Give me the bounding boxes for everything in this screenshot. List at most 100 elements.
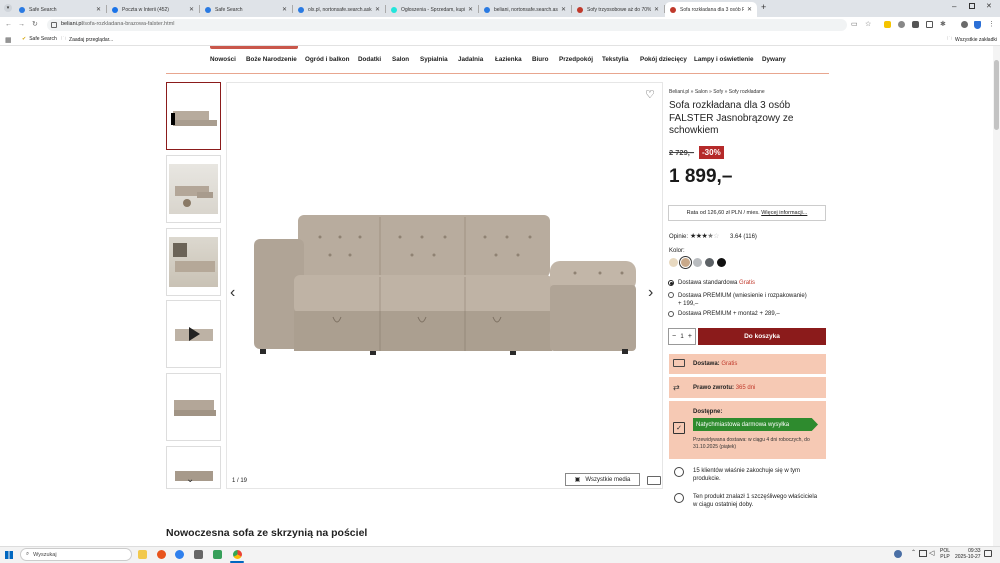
bookmark-import[interactable]: 🗀 Zaadaj przeglądar... xyxy=(61,36,113,44)
notification-badge-icon[interactable] xyxy=(894,550,902,558)
color-swatch[interactable] xyxy=(681,258,690,267)
network-icon[interactable] xyxy=(919,550,927,557)
3d-view-icon[interactable] xyxy=(647,476,661,485)
tab-close-icon[interactable]: ✕ xyxy=(189,6,194,13)
delivery-standard-radio[interactable] xyxy=(668,280,674,286)
close-window-button[interactable]: ✕ xyxy=(986,2,992,10)
color-swatch[interactable] xyxy=(705,258,714,267)
tab-close-icon[interactable]: ✕ xyxy=(375,6,380,13)
cast-icon[interactable]: ▭ xyxy=(851,19,858,31)
tab-close-icon[interactable]: ✕ xyxy=(96,6,101,13)
app-blue-icon[interactable] xyxy=(175,550,184,559)
firefox-icon[interactable] xyxy=(157,550,166,559)
tab-close-icon[interactable]: ✕ xyxy=(747,6,752,13)
nav-category-link[interactable]: Dywany xyxy=(762,56,786,63)
language-indicator[interactable]: POL PLP xyxy=(940,548,950,560)
nav-category-link[interactable]: Boże Narodzenie xyxy=(246,56,297,63)
gallery-thumbnail-1[interactable] xyxy=(166,82,221,150)
taskbar-search-box[interactable]: ⌕ Wyszukaj xyxy=(20,548,132,561)
rating-text[interactable]: 3.64 (116) xyxy=(730,234,757,240)
nav-category-link[interactable]: Biuro xyxy=(532,56,548,63)
gallery-thumbnail-video[interactable] xyxy=(166,300,221,368)
gallery-prev-arrow-icon[interactable]: ‹ xyxy=(230,284,235,302)
app-green-icon[interactable] xyxy=(213,550,222,559)
decrease-quantity-icon[interactable]: − xyxy=(672,333,676,340)
nav-category-link[interactable]: Sypialnia xyxy=(420,56,448,63)
gallery-thumbnail-5[interactable] xyxy=(166,373,221,441)
delivery-premium-assembly-label[interactable]: Dostawa PREMIUM + montaż + 289,– xyxy=(678,311,780,317)
delivery-premium-radio[interactable] xyxy=(668,292,674,298)
color-swatch[interactable] xyxy=(693,258,702,267)
browser-tab[interactable]: Poczta w Interii (452) ✕ xyxy=(107,2,199,17)
quantity-value[interactable]: 1 xyxy=(680,334,683,340)
clock[interactable]: 09:33 2025-10-27 xyxy=(955,548,981,560)
browser-tab[interactable]: Sofy trzyosobowe aż do 70% ta ✕ xyxy=(572,2,664,17)
reload-icon[interactable]: ↻ xyxy=(32,19,38,31)
gallery-thumbnail-2[interactable] xyxy=(166,155,221,223)
tab-close-icon[interactable]: ✕ xyxy=(282,6,287,13)
nav-category-link[interactable]: Przedpokój xyxy=(559,56,593,63)
site-info-icon[interactable] xyxy=(51,22,57,28)
forward-icon[interactable]: → xyxy=(18,19,25,31)
increase-quantity-icon[interactable]: + xyxy=(688,333,692,340)
nav-category-link[interactable]: Pokój dziecięcy xyxy=(640,56,687,63)
color-swatch[interactable] xyxy=(717,258,726,267)
tab-list-menu-icon[interactable]: ▾ xyxy=(4,4,12,12)
thumbnails-scroll-down-icon[interactable]: ⌄ xyxy=(186,474,194,485)
tab-close-icon[interactable]: ✕ xyxy=(654,6,659,13)
gallery-thumbnail-3[interactable] xyxy=(166,228,221,296)
nav-category-link[interactable]: Jadalnia xyxy=(458,56,483,63)
main-product-image[interactable] xyxy=(250,205,640,360)
wishlist-heart-icon[interactable]: ♡ xyxy=(645,88,655,101)
nav-category-link[interactable]: Tekstylia xyxy=(602,56,629,63)
browser-tab[interactable]: Ogłoszenia - Sprzedam, kupię ✕ xyxy=(386,2,478,17)
nav-category-link[interactable]: Dodatki xyxy=(358,56,381,63)
extension-badge-icon[interactable] xyxy=(912,21,919,28)
new-tab-button[interactable]: + xyxy=(761,2,766,12)
maximize-button[interactable] xyxy=(969,3,975,9)
browser-tab[interactable]: Safe Search ✕ xyxy=(200,2,292,17)
extensions-puzzle-icon[interactable]: ✱ xyxy=(940,19,946,31)
nav-category-link[interactable]: Łazienka xyxy=(495,56,522,63)
extension-icon[interactable] xyxy=(926,21,933,28)
extension-gear-icon[interactable] xyxy=(898,21,905,28)
delivery-premium-assembly-radio[interactable] xyxy=(668,311,674,317)
scrollbar-thumb[interactable] xyxy=(994,60,999,130)
back-icon[interactable]: ← xyxy=(5,19,12,31)
tab-close-icon[interactable]: ✕ xyxy=(468,6,473,13)
add-to-cart-button[interactable]: Do koszyka xyxy=(698,328,826,345)
color-swatch[interactable] xyxy=(669,258,678,267)
extension-norton-icon[interactable] xyxy=(884,21,891,28)
bookmark-star-icon[interactable]: ☆ xyxy=(865,19,871,31)
installment-more-link[interactable]: Więcej informacji... xyxy=(761,210,807,216)
bookmark-safe-search[interactable]: ✔ Safe Search xyxy=(22,36,57,42)
chrome-icon[interactable] xyxy=(233,550,242,559)
browser-menu-icon[interactable]: ⋮ xyxy=(988,19,995,31)
all-media-button[interactable]: ▣ Wszystkie media xyxy=(565,473,640,486)
apps-grid-icon[interactable]: ▦ xyxy=(5,36,12,44)
profile-avatar[interactable] xyxy=(961,21,968,28)
browser-tab[interactable]: beliani, nortonsafe.search.ask.c ✕ xyxy=(479,2,571,17)
app-grey-icon[interactable] xyxy=(194,550,203,559)
all-bookmarks[interactable]: 🗀 Wszystkie zakładki xyxy=(947,36,997,44)
tray-chevron-icon[interactable]: ⌃ xyxy=(911,549,916,556)
browser-tab[interactable]: Safe Search ✕ xyxy=(14,2,106,17)
gallery-next-arrow-icon[interactable]: › xyxy=(648,284,653,302)
delivery-premium-label[interactable]: Dostawa PREMIUM (wniesienie i rozpakowan… xyxy=(678,292,807,308)
notifications-icon[interactable] xyxy=(984,550,992,557)
browser-tab[interactable]: olx.pl, nortonsafe.search.ask.co ✕ xyxy=(293,2,385,17)
nav-category-link[interactable]: Ogród i balkon xyxy=(305,56,349,63)
rating-stars-icon[interactable]: ★★★★☆ xyxy=(690,232,719,240)
play-icon xyxy=(189,327,200,341)
minimize-button[interactable]: – xyxy=(952,2,956,11)
file-explorer-icon[interactable] xyxy=(138,550,147,559)
tab-close-icon[interactable]: ✕ xyxy=(561,6,566,13)
nav-category-link[interactable]: Nowości xyxy=(210,56,236,63)
delivery-standard-label[interactable]: Dostawa standardowa Gratis xyxy=(678,280,755,286)
nav-category-link[interactable]: Salon xyxy=(392,56,409,63)
volume-icon[interactable]: ◁ xyxy=(929,549,934,557)
nav-category-link[interactable]: Lampy i oświetlenie xyxy=(694,56,754,63)
norton-shield-icon[interactable] xyxy=(974,21,981,29)
browser-tab[interactable]: Sofa rozkładana dla 3 osób F ✕ xyxy=(665,2,757,17)
windows-start-icon[interactable] xyxy=(5,551,13,559)
